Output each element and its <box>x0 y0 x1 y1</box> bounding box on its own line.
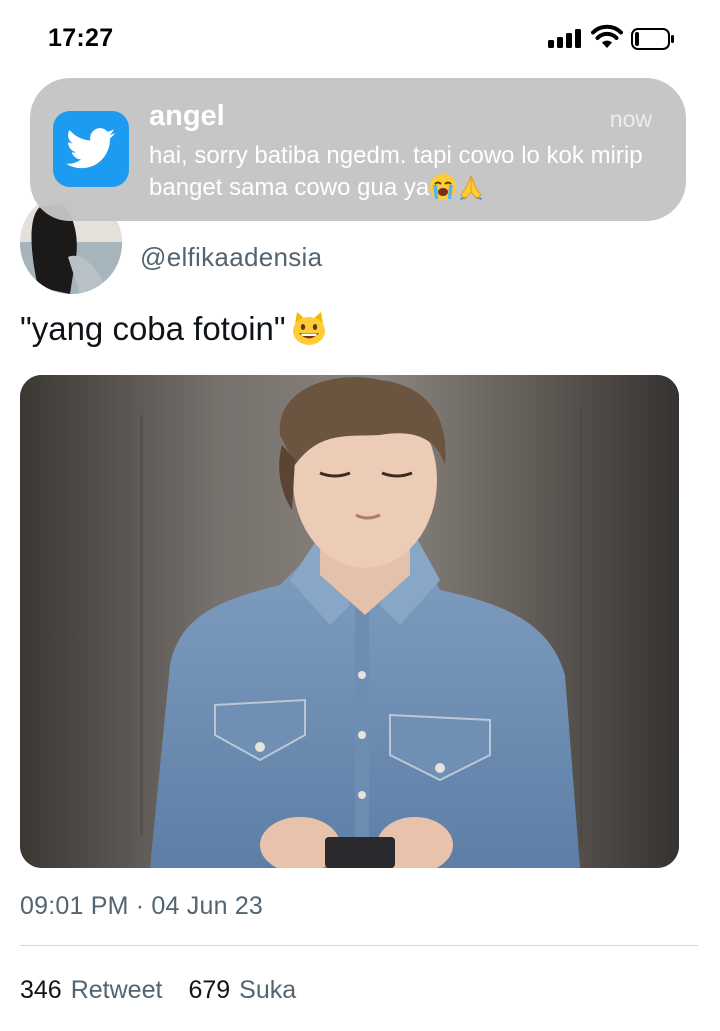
crying-face-emoji <box>430 174 457 200</box>
user-handle[interactable]: @elfikaadensia <box>140 242 322 273</box>
twitter-bird-icon <box>53 111 129 187</box>
like-stat[interactable]: 679 Suka <box>188 976 296 1005</box>
tweet-timestamp: 09:01 PM · 04 Jun 23 <box>20 892 264 920</box>
photo-person-denim-jacket <box>20 375 679 868</box>
tweet-text: "yang coba fotoin" <box>20 310 328 348</box>
notification-time: now <box>609 106 652 132</box>
grinning-cat-emoji <box>292 312 325 345</box>
retweet-label: Retweet <box>70 976 163 1004</box>
notification-message-text: hai, sorry batiba ngedm. tapi cowo lo ko… <box>149 142 643 201</box>
folded-hands-emoji <box>460 175 483 200</box>
retweet-stat[interactable]: 346 Retweet <box>20 976 162 1005</box>
battery-icon <box>631 28 674 50</box>
notification-sender: angel <box>149 100 225 132</box>
cellular-signal-icon <box>548 28 582 48</box>
like-count: 679 <box>188 976 231 1004</box>
tweet-stats: 346 Retweet 679 Suka <box>20 976 296 1005</box>
wifi-icon <box>591 24 623 48</box>
divider <box>20 945 698 946</box>
notification-message: hai, sorry batiba ngedm. tapi cowo lo ko… <box>149 140 669 204</box>
tweet-text-content: "yang coba fotoin" <box>20 310 286 347</box>
status-bar: 17:27 <box>0 0 720 78</box>
tweet-photo[interactable] <box>20 375 679 868</box>
retweet-count: 346 <box>20 976 62 1004</box>
push-notification[interactable]: angel now hai, sorry batiba ngedm. tapi … <box>30 78 686 221</box>
like-label: Suka <box>239 976 297 1004</box>
status-time: 17:27 <box>48 24 114 52</box>
